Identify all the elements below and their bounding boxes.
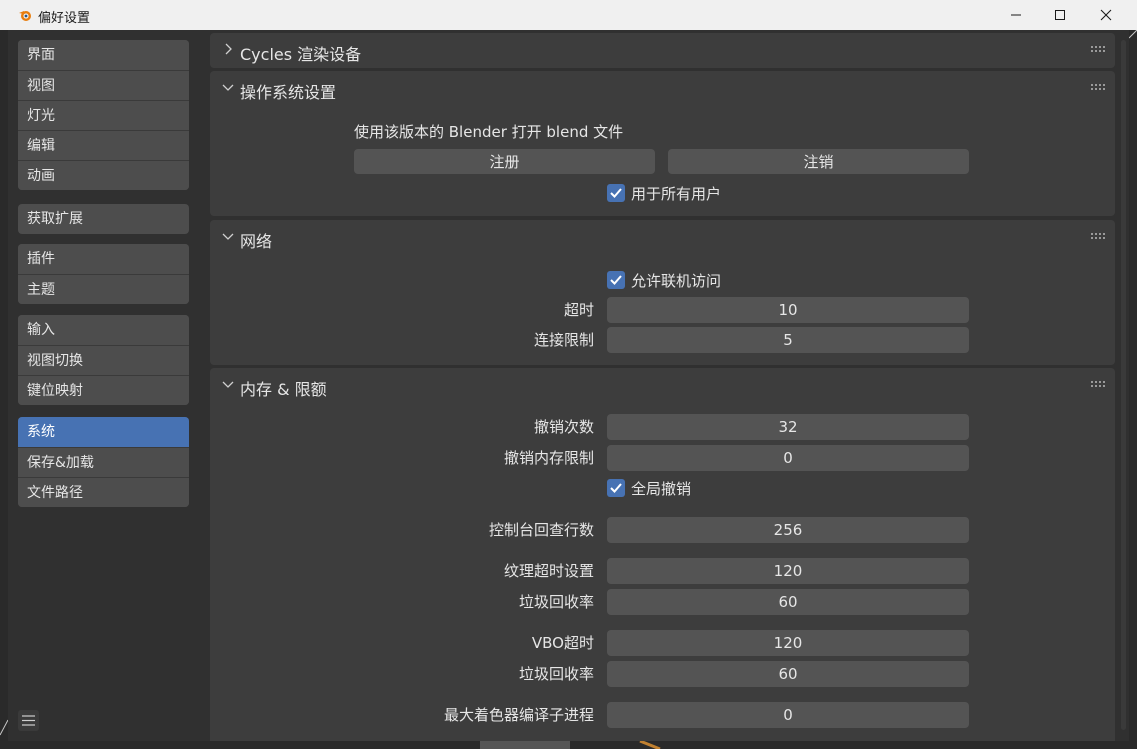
texture-gc-label: 垃圾回收率 xyxy=(518,593,594,611)
timeout-field[interactable]: 10 xyxy=(607,297,969,323)
close-button[interactable] xyxy=(1083,0,1129,30)
sidebar-item-interface[interactable]: 界面 xyxy=(18,40,189,70)
console-scrollback-label: 控制台回查行数 xyxy=(488,521,594,539)
connection-limit-field[interactable]: 5 xyxy=(607,327,969,353)
vbo-gc-field[interactable]: 60 xyxy=(607,661,969,687)
sidebar-group-input: 输入 视图切换 键位映射 xyxy=(18,315,189,405)
vbo-timeout-label: VBO超时 xyxy=(531,634,594,652)
global-undo-label: 全局撤销 xyxy=(631,480,692,498)
undo-steps-field[interactable]: 32 xyxy=(607,414,969,440)
preferences-menu-button[interactable] xyxy=(18,710,39,731)
register-button[interactable]: 注册 xyxy=(354,149,655,174)
panel-network: 网络 允许联机访问 超时 10 连接限制 5 xyxy=(210,220,1115,365)
chevron-down-icon xyxy=(222,233,234,240)
checkmark-icon xyxy=(610,275,622,285)
online-access-label: 允许联机访问 xyxy=(631,272,722,290)
drag-grip-icon[interactable] xyxy=(1091,84,1105,90)
panel-memory-header[interactable]: 内存 & 限额 xyxy=(210,368,1115,402)
os-description: 使用该版本的 Blender 打开 blend 文件 xyxy=(354,123,624,141)
sidebar-group-addons: 插件 主题 xyxy=(18,244,189,304)
drag-grip-icon[interactable] xyxy=(1091,46,1105,52)
sidebar-item-input[interactable]: 输入 xyxy=(18,315,189,345)
checkmark-icon xyxy=(610,483,622,493)
maximize-icon xyxy=(1055,10,1065,20)
chevron-down-icon xyxy=(222,84,234,91)
sidebar-item-lights[interactable]: 灯光 xyxy=(18,100,189,130)
close-icon xyxy=(1100,9,1112,21)
texture-timeout-label: 纹理超时设置 xyxy=(503,562,594,580)
console-scrollback-field[interactable]: 256 xyxy=(607,517,969,543)
panel-network-header[interactable]: 网络 xyxy=(210,220,1115,254)
sidebar-group-general: 界面 视图 灯光 编辑 动画 xyxy=(18,40,189,190)
minimize-button[interactable] xyxy=(993,0,1039,30)
sidebar-item-save-load[interactable]: 保存&加载 xyxy=(18,447,189,477)
undo-steps-label: 撤销次数 xyxy=(533,418,594,436)
sidebar-item-file-paths[interactable]: 文件路径 xyxy=(18,477,189,507)
sidebar-item-get-extensions[interactable]: 获取扩展 xyxy=(18,204,189,234)
undo-memory-label: 撤销内存限制 xyxy=(503,449,594,467)
undo-memory-field[interactable]: 0 xyxy=(607,445,969,471)
chevron-down-icon xyxy=(222,381,234,388)
panel-memory-limits: 内存 & 限额 撤销次数 32 撤销内存限制 0 全局撤销 控制台回查行数 25… xyxy=(210,368,1115,741)
chevron-right-icon xyxy=(225,43,232,55)
sidebar-item-keymap[interactable]: 键位映射 xyxy=(18,375,189,405)
sidebar-group-extensions: 获取扩展 xyxy=(18,204,189,234)
window-title: 偏好设置 xyxy=(38,11,91,26)
shader-compile-field[interactable]: 0 xyxy=(607,702,969,728)
timeout-label: 超时 xyxy=(563,301,594,319)
panel-cycles-title: Cycles 渲染设备 xyxy=(240,45,362,64)
content-scrollbar[interactable] xyxy=(1121,40,1126,730)
all-users-checkbox[interactable] xyxy=(607,184,625,202)
vbo-timeout-field[interactable]: 120 xyxy=(607,630,969,656)
vbo-gc-label: 垃圾回收率 xyxy=(518,665,594,683)
hamburger-menu-icon xyxy=(22,715,35,726)
shader-compile-label: 最大着色器编译子进程 xyxy=(443,706,594,724)
global-undo-checkbox[interactable] xyxy=(607,479,625,497)
panel-os-title: 操作系统设置 xyxy=(240,83,337,102)
sidebar-item-themes[interactable]: 主题 xyxy=(18,274,189,304)
drag-grip-icon[interactable] xyxy=(1091,233,1105,239)
panel-os-settings: 操作系统设置 使用该版本的 Blender 打开 blend 文件 注册 注销 … xyxy=(210,71,1115,216)
blender-icon xyxy=(19,11,31,21)
sidebar-item-navigation[interactable]: 视图切换 xyxy=(18,345,189,375)
texture-timeout-field[interactable]: 120 xyxy=(607,558,969,584)
sidebar-item-addons[interactable]: 插件 xyxy=(18,244,189,274)
online-access-checkbox[interactable] xyxy=(607,271,625,289)
sidebar-item-editing[interactable]: 编辑 xyxy=(18,130,189,160)
sidebar-item-animation[interactable]: 动画 xyxy=(18,160,189,190)
sidebar-group-system: 系统 保存&加载 文件路径 xyxy=(18,417,189,507)
unregister-button[interactable]: 注销 xyxy=(668,149,969,174)
preferences-window: 界面 视图 灯光 编辑 动画 获取扩展 插件 主题 输入 视图切换 键位映射 系… xyxy=(8,30,1129,741)
checkmark-icon xyxy=(610,188,622,198)
minimize-icon xyxy=(1011,14,1021,16)
texture-gc-field[interactable]: 60 xyxy=(607,589,969,615)
panel-network-title: 网络 xyxy=(240,232,273,251)
connection-limit-label: 连接限制 xyxy=(533,331,594,349)
window-titlebar[interactable]: 偏好设置 xyxy=(0,0,1137,30)
sidebar-item-system[interactable]: 系统 xyxy=(18,417,189,447)
panel-cycles-header[interactable]: Cycles 渲染设备 xyxy=(210,33,1115,67)
maximize-button[interactable] xyxy=(1037,0,1083,30)
all-users-label: 用于所有用户 xyxy=(631,185,722,203)
drag-grip-icon[interactable] xyxy=(1091,381,1105,387)
panel-cycles: Cycles 渲染设备 xyxy=(210,33,1115,68)
sidebar-item-viewport[interactable]: 视图 xyxy=(18,70,189,100)
panel-os-header[interactable]: 操作系统设置 xyxy=(210,71,1115,105)
panel-memory-title: 内存 & 限额 xyxy=(240,380,327,399)
